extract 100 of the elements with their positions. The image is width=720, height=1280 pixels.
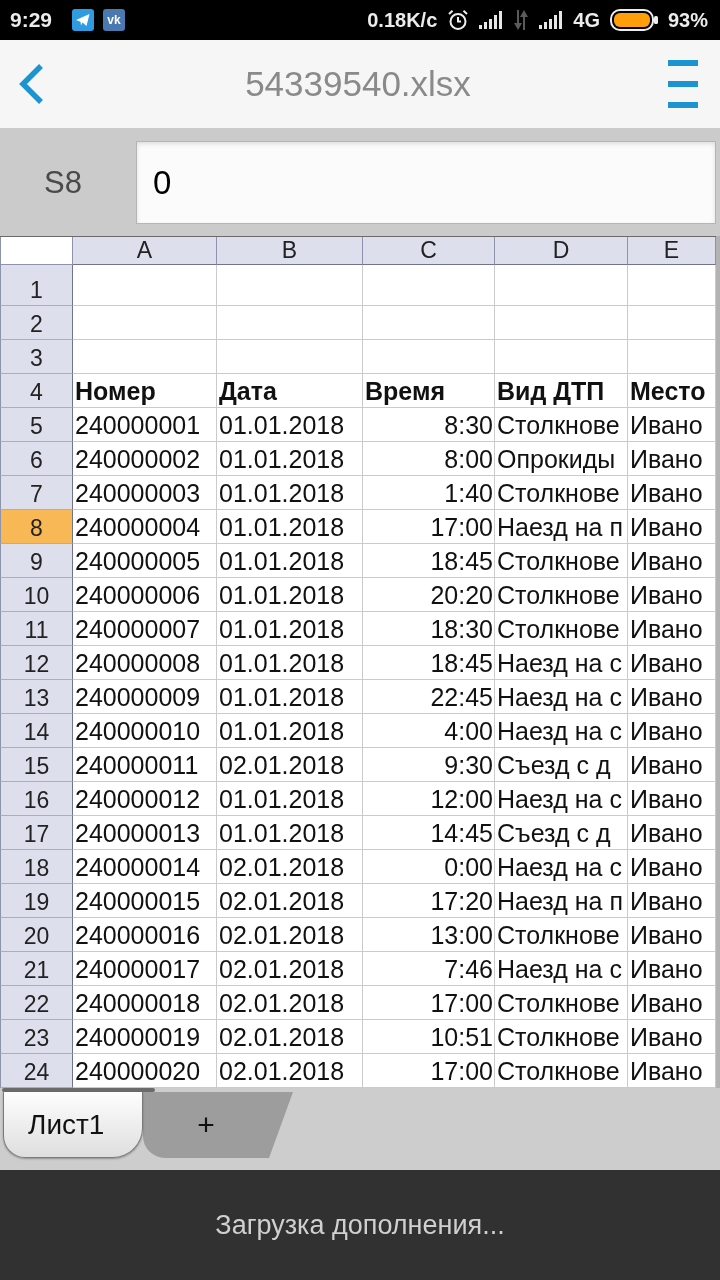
table-cell: 01.01.2018: [217, 476, 363, 510]
row-header[interactable]: 3: [0, 340, 73, 374]
table-cell: 240000012: [73, 782, 217, 816]
horizontal-scrollbar-thumb[interactable]: [2, 1088, 155, 1092]
row-header[interactable]: 17: [0, 816, 73, 850]
status-message: Загрузка дополнения...: [215, 1209, 505, 1241]
table-cell: 18:30: [363, 612, 495, 646]
row-header[interactable]: 4: [0, 374, 73, 408]
table-cell: 240000008: [73, 646, 217, 680]
sheet-tab[interactable]: Лист1: [3, 1092, 143, 1158]
row-header[interactable]: 12: [0, 646, 73, 680]
row-header[interactable]: 24: [0, 1054, 73, 1088]
menu-button[interactable]: [668, 60, 698, 108]
table-cell: 13:00: [363, 918, 495, 952]
table-cell: 02.01.2018: [217, 918, 363, 952]
data-arrows-icon: [513, 10, 530, 30]
select-all-corner[interactable]: [0, 237, 73, 265]
table-cell: Столкнове: [495, 986, 628, 1020]
row-header[interactable]: 16: [0, 782, 73, 816]
table-cell: Наезд на с: [495, 680, 628, 714]
notification-badge: vk: [103, 9, 126, 31]
table-cell: 8:30: [363, 408, 495, 442]
table-cell: 240000009: [73, 680, 217, 714]
row-header[interactable]: 9: [0, 544, 73, 578]
table-cell: 02.01.2018: [217, 850, 363, 884]
table-cell: Столкнове: [495, 408, 628, 442]
clock-time: 9:29: [10, 8, 53, 32]
back-button[interactable]: [18, 63, 44, 105]
row-header[interactable]: 13: [0, 680, 73, 714]
table-cell: 14:45: [363, 816, 495, 850]
signal-icon: [539, 11, 564, 29]
table-cell: 240000001: [73, 408, 217, 442]
table-cell: 01.01.2018: [217, 612, 363, 646]
row-header[interactable]: 1: [0, 265, 73, 306]
table-cell: Вид ДТП: [495, 374, 628, 408]
signal-icon: [479, 11, 504, 29]
row-header[interactable]: 19: [0, 884, 73, 918]
table-cell: 9:30: [363, 748, 495, 782]
table-cell: 240000018: [73, 986, 217, 1020]
cell-reference: S8: [44, 164, 82, 201]
table-cell: 240000014: [73, 850, 217, 884]
table-cell: 01.01.2018: [217, 442, 363, 476]
table-cell: 02.01.2018: [217, 952, 363, 986]
row-header[interactable]: 14: [0, 714, 73, 748]
table-cell: 18:45: [363, 544, 495, 578]
table-cell: 17:00: [363, 510, 495, 544]
row-header[interactable]: 11: [0, 612, 73, 646]
table-cell: Дата: [217, 374, 363, 408]
battery-icon: [609, 9, 658, 31]
table-cell: Наезд на п: [495, 884, 628, 918]
table-cell: 240000015: [73, 884, 217, 918]
column-header[interactable]: A: [73, 237, 217, 265]
table-cell: 240000005: [73, 544, 217, 578]
table-cell: 01.01.2018: [217, 408, 363, 442]
table-cell: 01.01.2018: [217, 646, 363, 680]
table-cell: Наезд на с: [495, 646, 628, 680]
table-cell: 240000007: [73, 612, 217, 646]
formula-input[interactable]: 0: [136, 141, 716, 224]
row-header[interactable]: 10: [0, 578, 73, 612]
table-cell: Наезд на с: [495, 850, 628, 884]
table-cell: 01.01.2018: [217, 714, 363, 748]
table-cell: Наезд на п: [495, 510, 628, 544]
column-header[interactable]: B: [217, 237, 363, 265]
table-cell: 02.01.2018: [217, 884, 363, 918]
row-header[interactable]: 21: [0, 952, 73, 986]
row-header[interactable]: 5: [0, 408, 73, 442]
row-header[interactable]: 7: [0, 476, 73, 510]
table-cell: 01.01.2018: [217, 680, 363, 714]
table-cell: Наезд на с: [495, 952, 628, 986]
table-cell: 240000002: [73, 442, 217, 476]
column-header[interactable]: C: [363, 237, 495, 265]
table-cell: 0:00: [363, 850, 495, 884]
vertical-scrollbar[interactable]: [716, 236, 720, 1088]
table-cell: Съезд с д: [495, 748, 628, 782]
network-speed: 0.18K/c: [367, 10, 438, 30]
table-cell: 17:00: [363, 986, 495, 1020]
table-cell: Столкнове: [495, 578, 628, 612]
row-header[interactable]: 20: [0, 918, 73, 952]
table-cell: 240000013: [73, 816, 217, 850]
table-cell: 02.01.2018: [217, 748, 363, 782]
table-cell: 1:40: [363, 476, 495, 510]
column-header[interactable]: E: [628, 237, 716, 265]
table-cell: 01.01.2018: [217, 510, 363, 544]
table-cell: Наезд на с: [495, 714, 628, 748]
table-cell: 240000003: [73, 476, 217, 510]
row-header[interactable]: 6: [0, 442, 73, 476]
column-header[interactable]: D: [495, 237, 628, 265]
table-cell: Столкнове: [495, 918, 628, 952]
add-sheet-button[interactable]: +: [143, 1092, 293, 1158]
row-header[interactable]: 2: [0, 306, 73, 340]
table-cell: 8:00: [363, 442, 495, 476]
chevron-left-icon: [18, 63, 44, 105]
row-header[interactable]: 22: [0, 986, 73, 1020]
alarm-clock-icon: [447, 9, 470, 31]
row-header[interactable]: 15: [0, 748, 73, 782]
row-header[interactable]: 18: [0, 850, 73, 884]
row-header[interactable]: 23: [0, 1020, 73, 1054]
table-cell: 02.01.2018: [217, 986, 363, 1020]
row-header[interactable]: 8: [0, 510, 73, 544]
file-title: 54339540.xlsx: [245, 64, 471, 104]
